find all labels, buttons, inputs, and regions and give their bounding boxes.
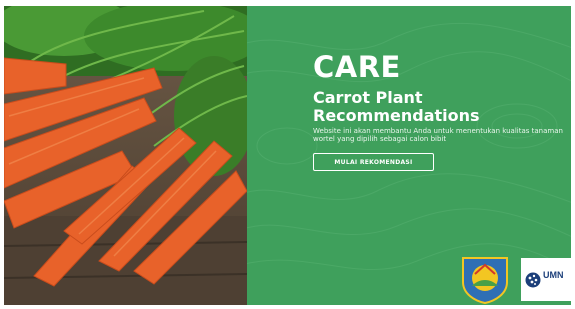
carrots-illustration [4, 6, 247, 305]
umn-logo: UMN [521, 258, 571, 301]
hero-banner: CARE Carrot Plant Recommendations Websit… [4, 6, 571, 305]
university-shield-logo [459, 252, 511, 305]
globe-logo-icon [525, 272, 541, 287]
carrots-image [4, 6, 247, 305]
page-subtitle: Carrot Plant Recommendations [313, 88, 480, 125]
hero-panel: CARE Carrot Plant Recommendations Websit… [247, 6, 571, 305]
hero-description: Website ini akan membantu Anda untuk men… [313, 127, 563, 143]
shield-logo-icon [462, 257, 508, 305]
page-title: CARE [313, 50, 401, 84]
start-recommendation-button[interactable]: MULAI REKOMENDASI [313, 153, 434, 171]
umn-logo-text: UMN [543, 269, 564, 280]
